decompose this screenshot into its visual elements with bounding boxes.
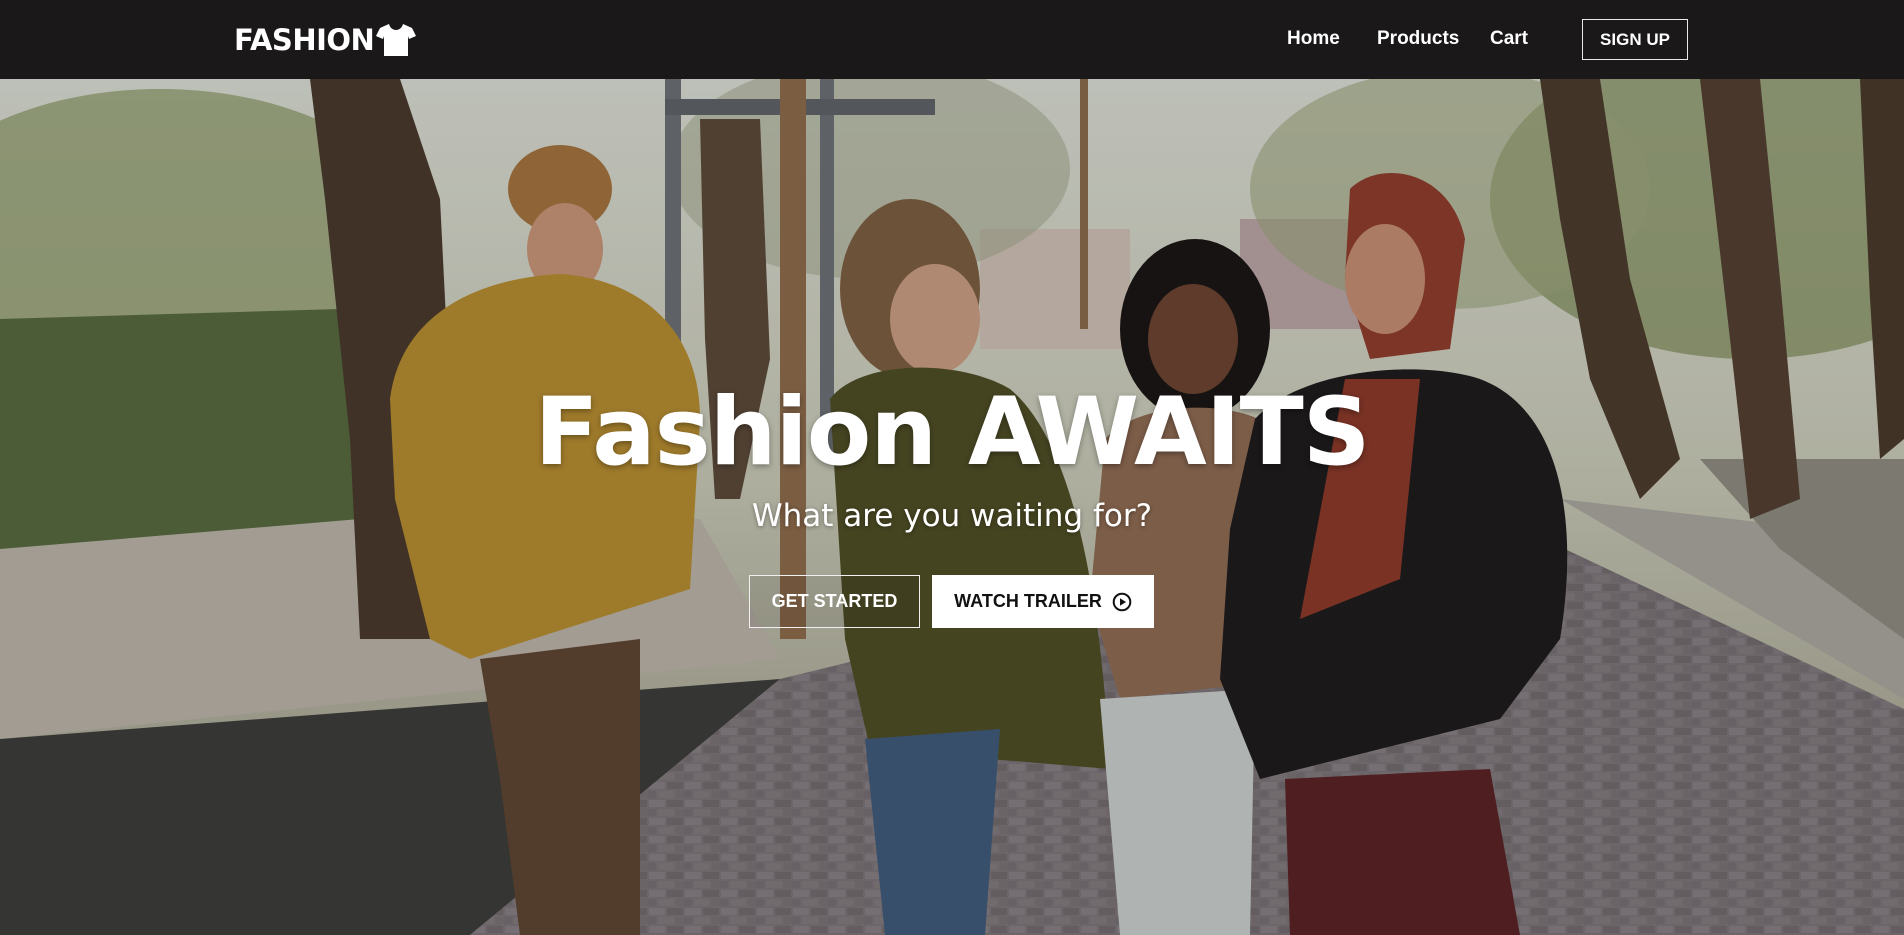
brand-name: FASHION <box>234 23 375 57</box>
navbar: FASHION Home Products Cart SIGN UP <box>0 0 1904 79</box>
tshirt-icon <box>376 24 417 56</box>
brand-logo[interactable]: FASHION <box>234 22 417 58</box>
signup-button[interactable]: SIGN UP <box>1582 19 1688 60</box>
hero-title: Fashion AWAITS <box>534 378 1371 487</box>
nav-products-link[interactable]: Products <box>1377 28 1459 50</box>
nav-cart-link[interactable]: Cart <box>1490 28 1528 50</box>
play-circle-icon <box>1112 592 1132 611</box>
get-started-button[interactable]: GET STARTED <box>749 575 920 628</box>
hero-subtitle: What are you waiting for? <box>751 498 1153 534</box>
watch-trailer-label: WATCH TRAILER <box>954 591 1102 611</box>
hero-section: Fashion AWAITS What are you waiting for?… <box>0 79 1904 935</box>
watch-trailer-button[interactable]: WATCH TRAILER <box>932 575 1154 628</box>
nav-home-link[interactable]: Home <box>1287 28 1340 50</box>
